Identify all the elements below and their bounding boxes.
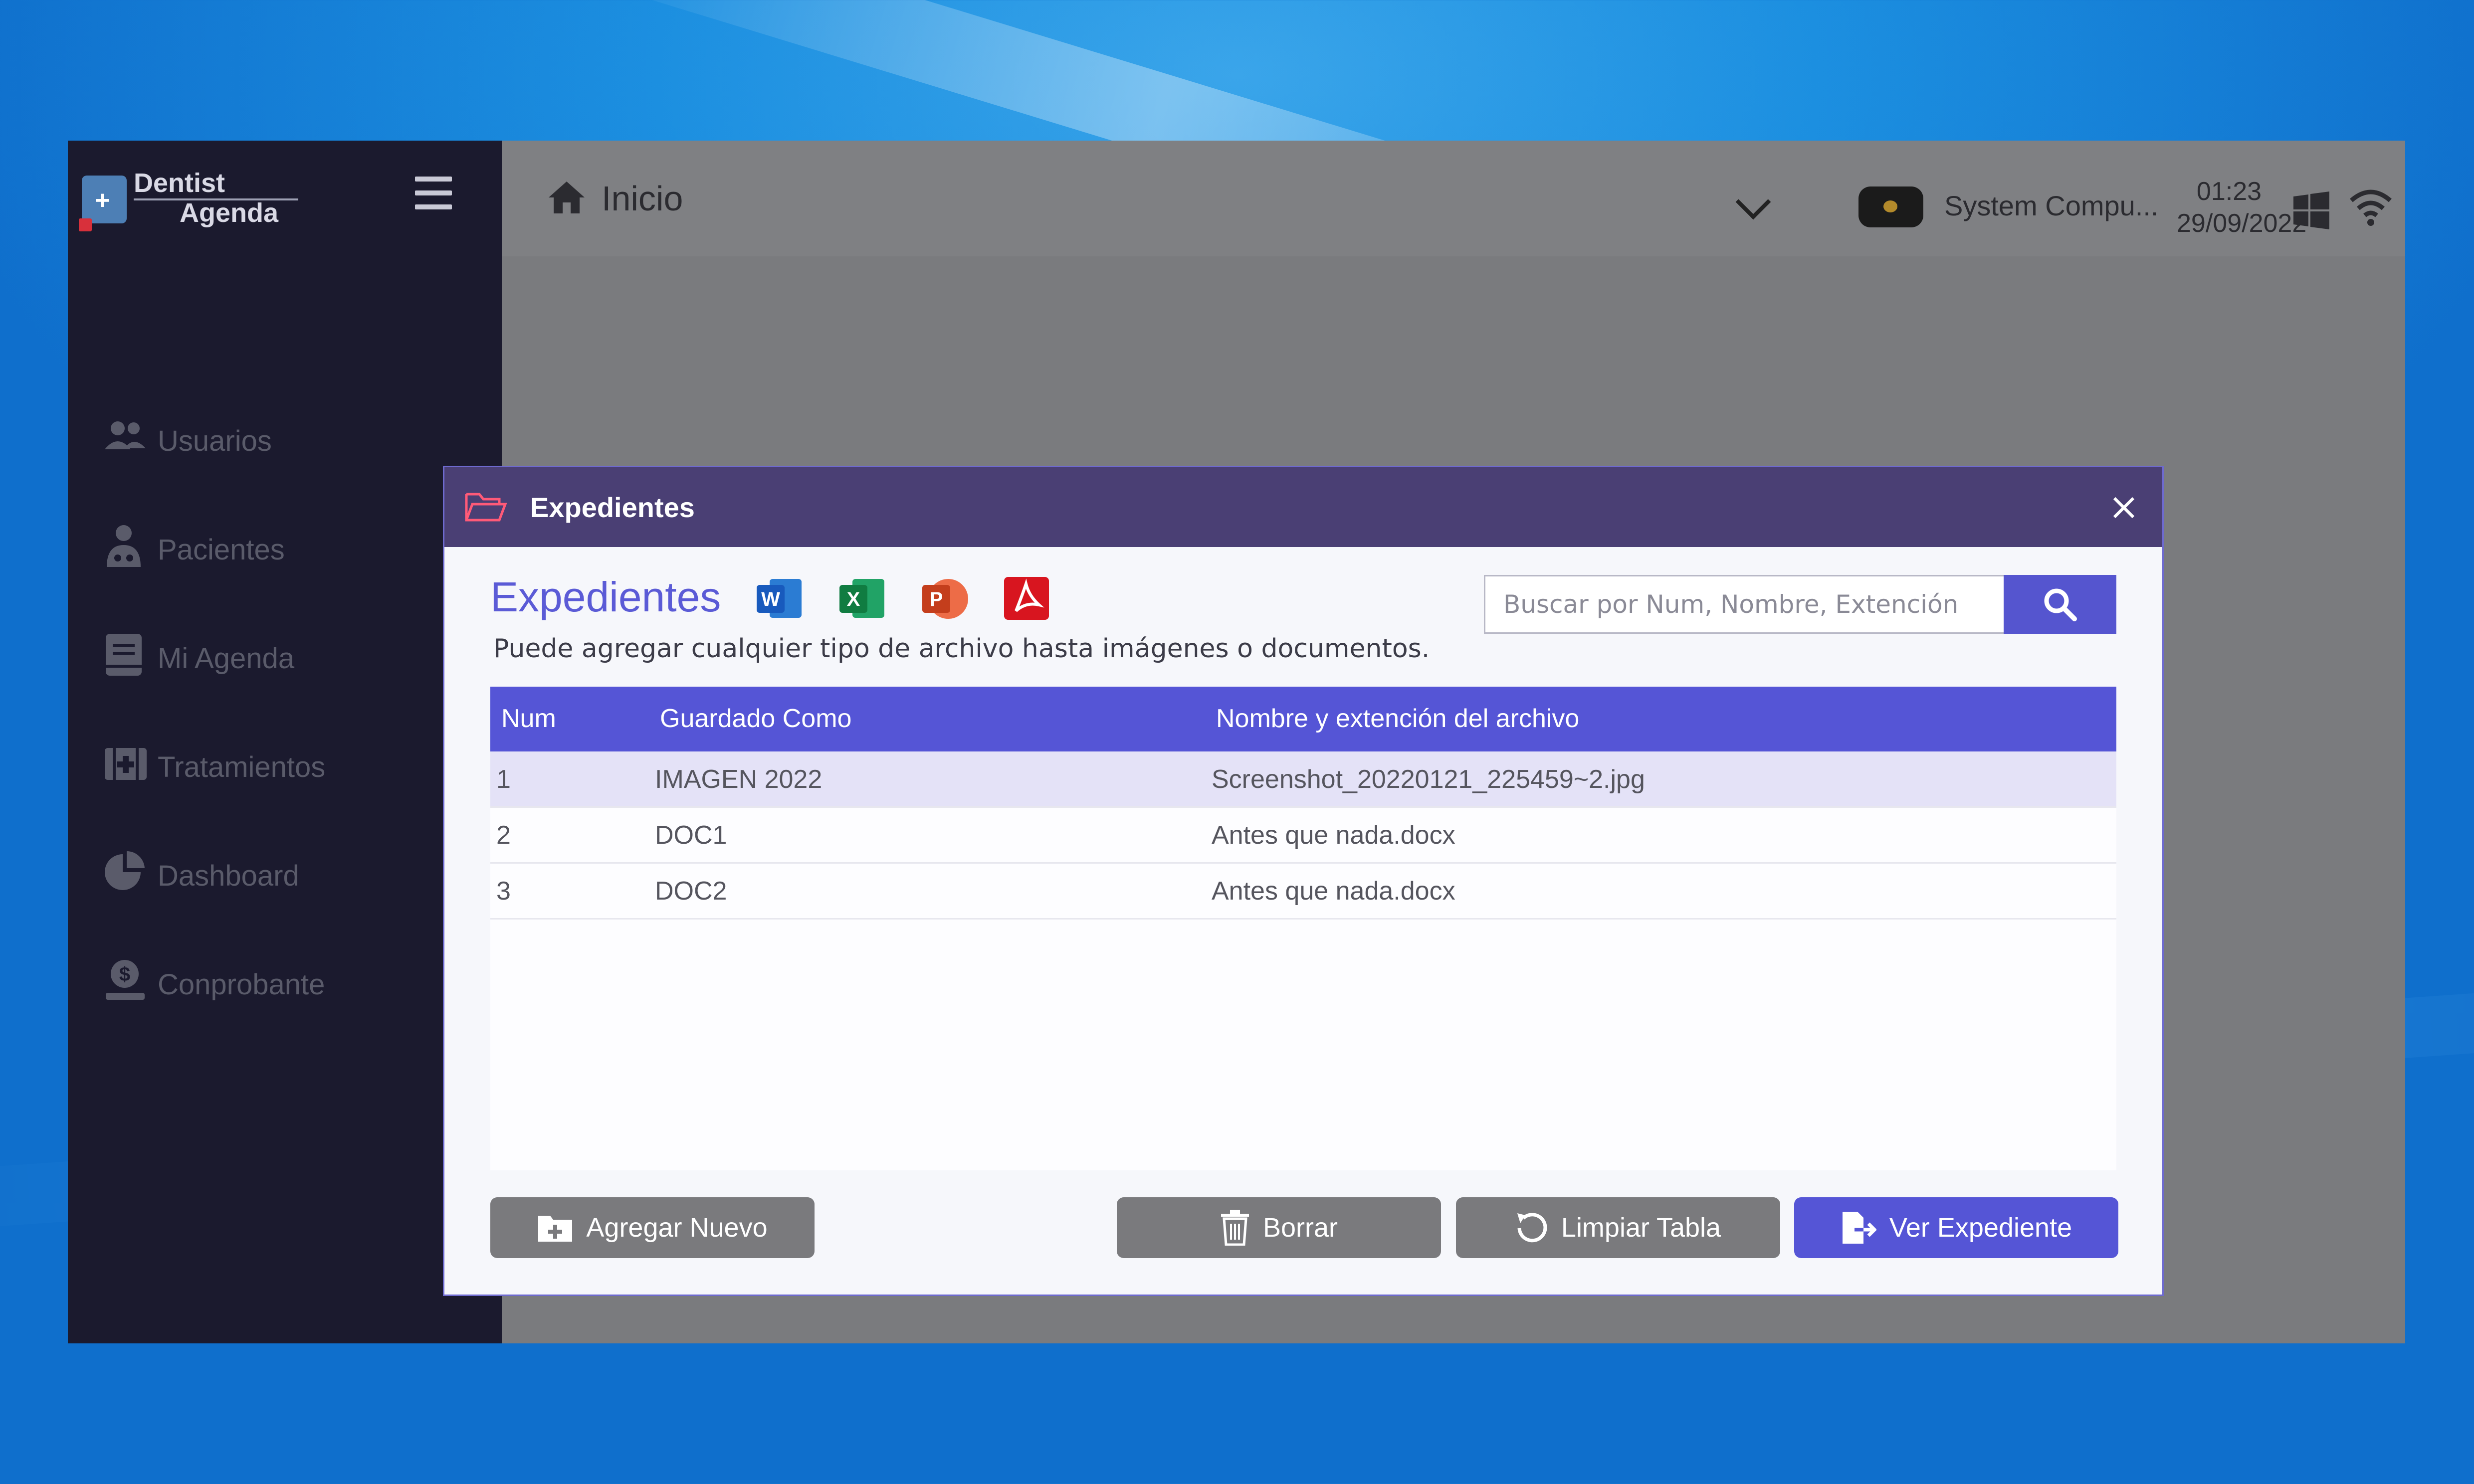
section-title: Expedientes xyxy=(490,573,721,620)
clock: 01:23 29/09/2022 xyxy=(2177,176,2307,239)
add-new-label: Agregar Nuevo xyxy=(586,1213,768,1243)
sidebar-item-mi-agenda[interactable]: Mi Agenda xyxy=(103,628,294,688)
table-row[interactable]: 2 DOC1 Antes que nada.docx xyxy=(490,807,2116,864)
search-icon xyxy=(2044,588,2077,621)
cell-num: 3 xyxy=(496,877,511,906)
users-icon xyxy=(103,419,158,462)
column-header-saved-as[interactable]: Guardado Como xyxy=(660,704,851,734)
svg-text:P: P xyxy=(930,588,943,610)
word-icon[interactable]: W xyxy=(755,576,804,621)
sidebar-item-label: Pacientes xyxy=(158,533,285,566)
app-logo: + Dentist Agenda xyxy=(79,166,311,231)
hamburger-menu-icon[interactable] xyxy=(415,177,452,209)
cell-saved-as: DOC1 xyxy=(655,821,727,850)
sidebar-item-conprobante[interactable]: $ Conprobante xyxy=(103,954,325,1014)
table-row[interactable]: 1 IMAGEN 2022 Screenshot_20220121_225459… xyxy=(490,751,2116,808)
home-icon[interactable] xyxy=(547,180,587,215)
pdf-icon[interactable] xyxy=(1002,576,1051,621)
delete-label: Borrar xyxy=(1262,1213,1338,1243)
expedientes-dialog: Expedientes Expedientes W X P Puede agre… xyxy=(443,466,2164,1296)
cell-filename: Antes que nada.docx xyxy=(1212,821,1455,850)
sidebar-item-label: Mi Agenda xyxy=(158,642,295,675)
sidebar-item-usuarios[interactable]: Usuarios xyxy=(103,411,272,471)
dialog-subtitle: Puede agregar cualquier tipo de archivo … xyxy=(493,634,1430,664)
column-header-filename[interactable]: Nombre y extención del archivo xyxy=(1216,704,1579,734)
add-new-button[interactable]: Agregar Nuevo xyxy=(490,1197,815,1258)
top-bar: Inicio System Compu... 01:23 29/09/2022 xyxy=(502,141,2405,256)
undo-icon xyxy=(1517,1213,1547,1243)
sidebar-item-label: Tratamientos xyxy=(158,750,326,783)
cell-saved-as: IMAGEN 2022 xyxy=(655,765,823,794)
table-header: Num Guardado Como Nombre y extención del… xyxy=(490,687,2116,751)
svg-text:$: $ xyxy=(119,963,130,985)
system-label: System Compu... xyxy=(1944,190,2159,221)
view-file-button[interactable]: Ver Expediente xyxy=(1794,1197,2118,1258)
page-title: Inicio xyxy=(602,179,683,218)
dialog-header: Expedientes xyxy=(444,467,2162,547)
folder-plus-icon xyxy=(538,1216,573,1242)
sidebar-item-pacientes[interactable]: Pacientes xyxy=(103,520,285,579)
system-badge-icon xyxy=(1858,186,1923,227)
cell-filename: Screenshot_20220121_225459~2.jpg xyxy=(1212,765,1645,794)
clock-time: 01:23 xyxy=(2196,177,2262,206)
search-input[interactable]: Buscar por Num, Nombre, Extención xyxy=(1484,575,2006,634)
clear-table-button[interactable]: Limpiar Tabla xyxy=(1456,1197,1780,1258)
file-export-icon xyxy=(1842,1212,1876,1244)
files-table: Num Guardado Como Nombre y extención del… xyxy=(490,687,2116,1170)
excel-icon[interactable]: X xyxy=(837,576,886,621)
logo-text-line1: Dentist xyxy=(134,168,225,198)
clear-table-label: Limpiar Tabla xyxy=(1561,1213,1721,1243)
delete-button[interactable]: Borrar xyxy=(1117,1197,1441,1258)
cell-num: 2 xyxy=(496,821,511,850)
pie-chart-icon xyxy=(103,849,158,902)
cell-filename: Antes que nada.docx xyxy=(1212,877,1455,906)
cell-saved-as: DOC2 xyxy=(655,877,727,906)
sidebar-item-dashboard[interactable]: Dashboard xyxy=(103,846,299,906)
column-header-num[interactable]: Num xyxy=(501,704,556,734)
chevron-down-icon[interactable] xyxy=(1735,184,1771,220)
dialog-header-title: Expedientes xyxy=(530,492,695,523)
table-row[interactable]: 3 DOC2 Antes que nada.docx xyxy=(490,863,2116,920)
windows-icon[interactable] xyxy=(2291,190,2331,230)
sidebar-item-label: Dashboard xyxy=(158,859,299,892)
close-icon[interactable] xyxy=(2111,495,2136,520)
logo-text-line2: Agenda xyxy=(180,198,279,228)
app-window: + Dentist Agenda Usuarios Pacientes Mi A… xyxy=(68,141,2405,1343)
wifi-icon[interactable] xyxy=(2348,186,2393,226)
search-button[interactable] xyxy=(2004,575,2116,634)
money-icon: $ xyxy=(103,958,158,1011)
view-file-label: Ver Expediente xyxy=(1889,1213,2072,1243)
clock-date: 29/09/2022 xyxy=(2177,209,2307,238)
folder-open-icon xyxy=(464,489,507,524)
logo-icon: + xyxy=(79,176,127,231)
agenda-icon xyxy=(103,632,158,685)
sidebar: + Dentist Agenda Usuarios Pacientes Mi A… xyxy=(68,141,502,1343)
powerpoint-icon[interactable]: P xyxy=(920,576,969,621)
svg-text:W: W xyxy=(761,588,780,610)
cell-num: 1 xyxy=(496,765,511,794)
svg-text:X: X xyxy=(847,588,860,610)
sidebar-item-label: Usuarios xyxy=(158,424,272,457)
doctor-icon xyxy=(103,523,158,576)
trash-icon xyxy=(1221,1210,1249,1246)
sidebar-item-tratamientos[interactable]: Tratamientos xyxy=(103,737,325,797)
sidebar-item-label: Conprobante xyxy=(158,968,325,1001)
medical-kit-icon xyxy=(103,743,158,791)
